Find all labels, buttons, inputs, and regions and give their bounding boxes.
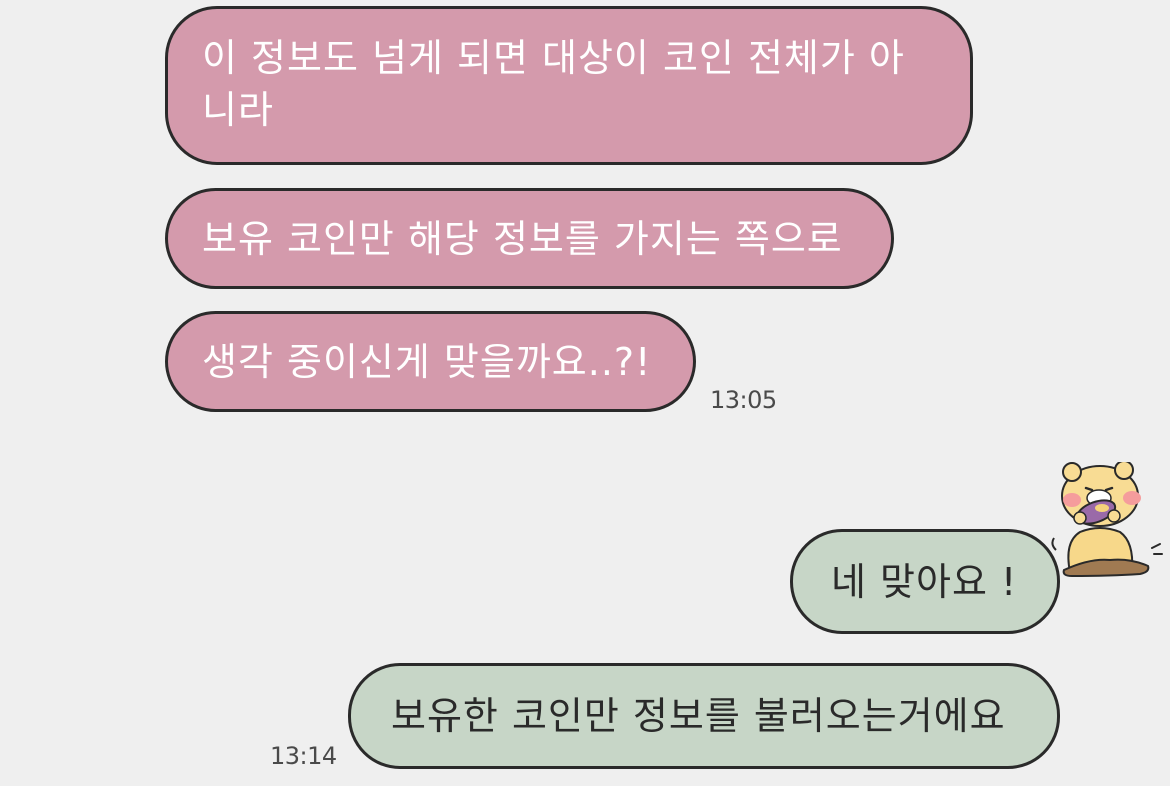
incoming-message-bubble[interactable]: 생각 중이신게 맞을까요..?! xyxy=(165,311,696,412)
incoming-message-bubble[interactable]: 보유 코인만 해당 정보를 가지는 쪽으로 xyxy=(165,188,894,289)
message-timestamp: 13:05 xyxy=(710,386,777,414)
message-text: 보유한 코인만 정보를 불러오는거에요 xyxy=(391,694,1006,738)
incoming-message-bubble[interactable]: 이 정보도 넘게 되면 대상이 코인 전체가 아니라 xyxy=(165,6,973,165)
message-text: 생각 중이신게 맞을까요..?! xyxy=(202,340,652,384)
outgoing-message-bubble[interactable]: 보유한 코인만 정보를 불러오는거에요 xyxy=(348,663,1060,769)
bear-sticker-icon xyxy=(1051,462,1163,578)
message-text: 네 맞아요 ! xyxy=(831,560,1018,604)
outgoing-message-bubble[interactable]: 네 맞아요 ! xyxy=(790,529,1060,634)
message-text: 이 정보도 넘게 되면 대상이 코인 전체가 아니라 xyxy=(202,36,905,132)
message-text: 보유 코인만 해당 정보를 가지는 쪽으로 xyxy=(202,217,843,261)
message-timestamp: 13:14 xyxy=(270,742,337,770)
